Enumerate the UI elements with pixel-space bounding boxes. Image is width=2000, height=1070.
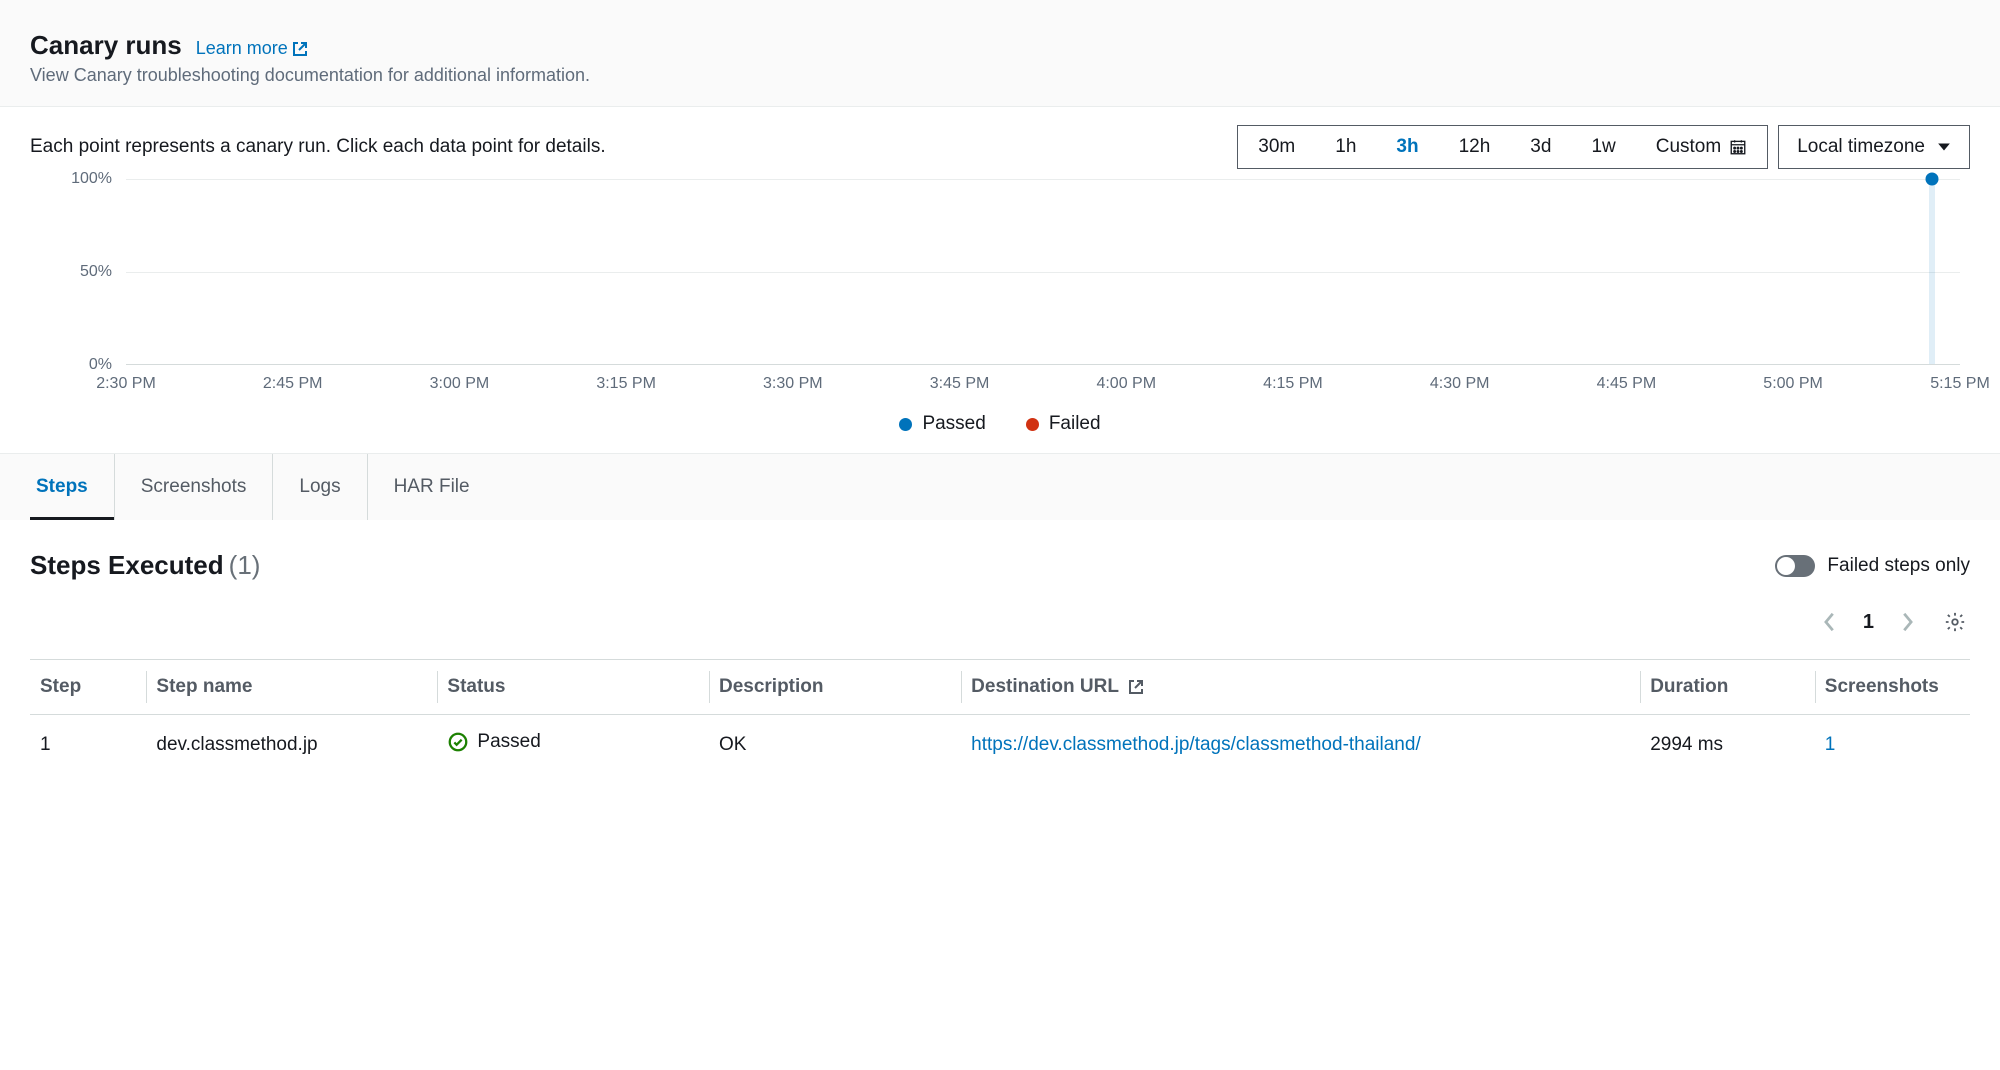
x-tick: 5:15 PM [1930, 375, 1990, 393]
chart-panel: Each point represents a canary run. Clic… [0, 107, 2000, 454]
cell-status-label: Passed [477, 731, 540, 753]
page-next-button[interactable] [1896, 607, 1918, 637]
range-3h[interactable]: 3h [1376, 126, 1438, 168]
status-passed-icon [447, 731, 469, 753]
range-custom-label: Custom [1656, 136, 1721, 158]
data-point-bar [1929, 179, 1935, 364]
table-settings-button[interactable] [1940, 607, 1970, 637]
steps-title: Steps Executed [30, 550, 224, 580]
timezone-label: Local timezone [1797, 136, 1925, 158]
page-title: Canary runs [30, 30, 182, 61]
x-tick: 4:15 PM [1263, 375, 1323, 393]
x-tick: 2:30 PM [96, 375, 156, 393]
chevron-down-icon [1937, 140, 1951, 154]
table-row[interactable]: 1 dev.classmethod.jp Passed OK https://d… [30, 715, 1970, 776]
y-tick-0: 0% [89, 356, 112, 374]
chart-description: Each point represents a canary run. Clic… [30, 136, 606, 158]
page-current: 1 [1863, 611, 1874, 634]
col-destination-url[interactable]: Destination URL [961, 660, 1640, 715]
col-step[interactable]: Step [30, 660, 146, 715]
x-tick: 3:30 PM [763, 375, 823, 393]
legend-dot-failed [1026, 418, 1039, 431]
chevron-left-icon [1823, 611, 1837, 633]
destination-url-link[interactable]: https://dev.classmethod.jp/tags/classmet… [971, 734, 1421, 755]
range-1h[interactable]: 1h [1315, 126, 1376, 168]
chart-plot [126, 179, 1960, 365]
calendar-icon [1729, 138, 1747, 156]
col-status[interactable]: Status [437, 660, 709, 715]
tab-har-file[interactable]: HAR File [368, 454, 496, 520]
cell-duration: 2994 ms [1640, 715, 1815, 776]
y-tick-100: 100% [71, 170, 112, 188]
x-tick: 3:45 PM [930, 375, 990, 393]
x-tick: 5:00 PM [1763, 375, 1823, 393]
x-tick: 3:00 PM [430, 375, 490, 393]
page-prev-button[interactable] [1819, 607, 1841, 637]
external-link-icon [1128, 679, 1144, 695]
cell-status: Passed [437, 715, 709, 776]
y-tick-50: 50% [80, 263, 112, 281]
x-tick: 3:15 PM [596, 375, 656, 393]
legend-passed[interactable]: Passed [899, 413, 985, 435]
x-tick: 4:00 PM [1096, 375, 1156, 393]
x-tick: 2:45 PM [263, 375, 323, 393]
chart-area[interactable]: 100% 50% 0% 2:30 PM 2:45 PM 3:00 PM 3:15… [70, 179, 1970, 399]
tab-screenshots[interactable]: Screenshots [115, 454, 274, 520]
legend-dot-passed [899, 418, 912, 431]
steps-table: Step Step name Status Description Destin… [30, 659, 1970, 775]
y-axis: 100% 50% 0% [60, 179, 120, 365]
legend-passed-label: Passed [922, 413, 985, 435]
col-destination-url-label: Destination URL [971, 676, 1118, 697]
learn-more-label: Learn more [196, 38, 288, 59]
chevron-right-icon [1900, 611, 1914, 633]
learn-more-link[interactable]: Learn more [196, 38, 308, 59]
col-step-name[interactable]: Step name [146, 660, 437, 715]
x-tick: 4:30 PM [1430, 375, 1490, 393]
range-3d[interactable]: 3d [1510, 126, 1571, 168]
screenshots-link[interactable]: 1 [1825, 734, 1836, 755]
gear-icon [1944, 611, 1966, 633]
time-range-group: 30m 1h 3h 12h 3d 1w Custom [1237, 125, 1768, 169]
legend-failed[interactable]: Failed [1026, 413, 1101, 435]
page-subtitle: View Canary troubleshooting documentatio… [30, 65, 1970, 86]
detail-tabs: Steps Screenshots Logs HAR File [0, 454, 2000, 520]
failed-only-label: Failed steps only [1827, 555, 1970, 577]
external-link-icon [292, 41, 308, 57]
range-12h[interactable]: 12h [1439, 126, 1511, 168]
range-30m[interactable]: 30m [1238, 126, 1315, 168]
col-screenshots[interactable]: Screenshots [1815, 660, 1970, 715]
cell-description: OK [709, 715, 961, 776]
failed-only-toggle[interactable] [1775, 555, 1815, 577]
col-description[interactable]: Description [709, 660, 961, 715]
chart-legend: Passed Failed [30, 413, 1970, 435]
x-axis: 2:30 PM 2:45 PM 3:00 PM 3:15 PM 3:30 PM … [126, 369, 1960, 399]
range-1w[interactable]: 1w [1571, 126, 1635, 168]
x-tick: 4:45 PM [1597, 375, 1657, 393]
legend-failed-label: Failed [1049, 413, 1101, 435]
range-custom[interactable]: Custom [1636, 126, 1767, 168]
cell-step-name: dev.classmethod.jp [146, 715, 437, 776]
timezone-select[interactable]: Local timezone [1778, 125, 1970, 169]
col-duration[interactable]: Duration [1640, 660, 1815, 715]
tab-steps[interactable]: Steps [30, 454, 115, 520]
tab-logs[interactable]: Logs [273, 454, 367, 520]
cell-step: 1 [30, 715, 146, 776]
cell-screenshots: 1 [1815, 715, 1970, 776]
cell-url: https://dev.classmethod.jp/tags/classmet… [961, 715, 1640, 776]
steps-count: (1) [229, 550, 261, 580]
data-point-passed[interactable] [1926, 173, 1939, 186]
